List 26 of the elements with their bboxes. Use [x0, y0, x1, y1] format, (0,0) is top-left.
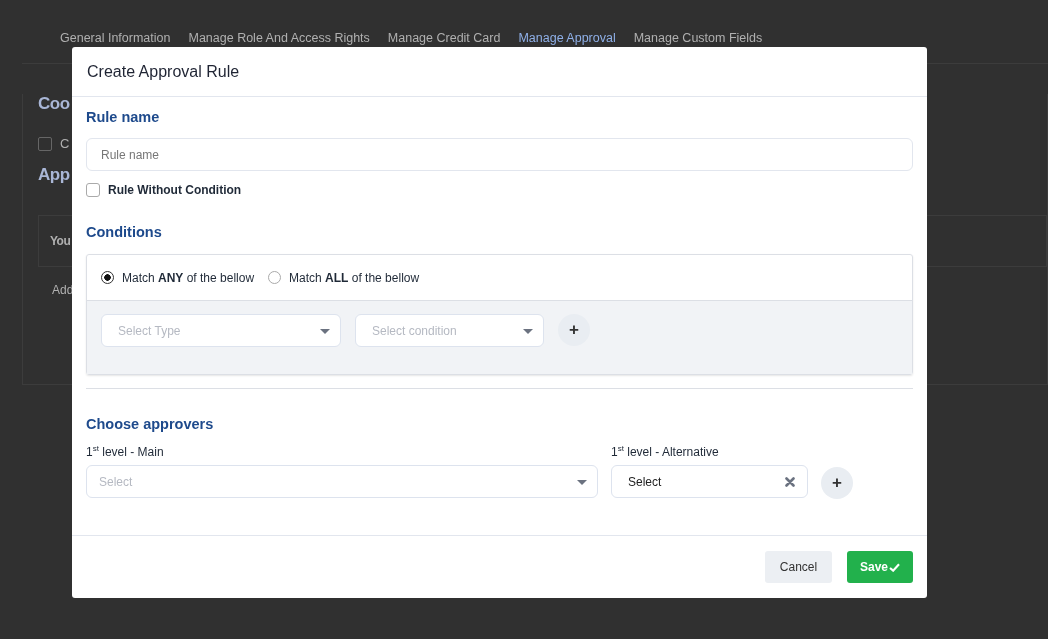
caret-icon: [320, 329, 330, 334]
add-button[interactable]: +: [821, 467, 853, 499]
section-heading: App: [38, 165, 71, 185]
checkbox[interactable]: [86, 183, 100, 197]
input-field[interactable]: Rule name: [86, 138, 913, 171]
section-heading: Rule name: [86, 109, 161, 125]
add-button[interactable]: +: [558, 314, 590, 346]
radio-button[interactable]: [101, 271, 114, 284]
clear-icon[interactable]: [785, 477, 795, 487]
checkbox[interactable]: [38, 136, 52, 151]
dialog-title: Create Approval Rule: [87, 62, 240, 81]
caret-icon: [577, 480, 587, 485]
select-field[interactable]: Select: [611, 465, 808, 498]
field-label: 1$^{st}$ level - Main: [86, 444, 165, 459]
caret-icon: [523, 329, 533, 334]
field-label: 1$^{st}$ level - Alternative: [611, 444, 720, 459]
checkmark-icon: [889, 562, 900, 572]
radio-label: Match ALL of the bellow: [289, 270, 420, 285]
checkbox-label: C: [60, 136, 70, 151]
cancel-button[interactable]: Cancel: [765, 551, 832, 583]
section-heading: Choose approvers: [86, 416, 215, 432]
panel-title: You: [50, 234, 71, 248]
checkbox-label: Rule Without Condition: [108, 183, 242, 197]
radio-label: Match ANY of the bellow: [122, 270, 255, 285]
section-heading: Conditions: [86, 224, 163, 240]
section-heading: Coo: [38, 94, 71, 114]
